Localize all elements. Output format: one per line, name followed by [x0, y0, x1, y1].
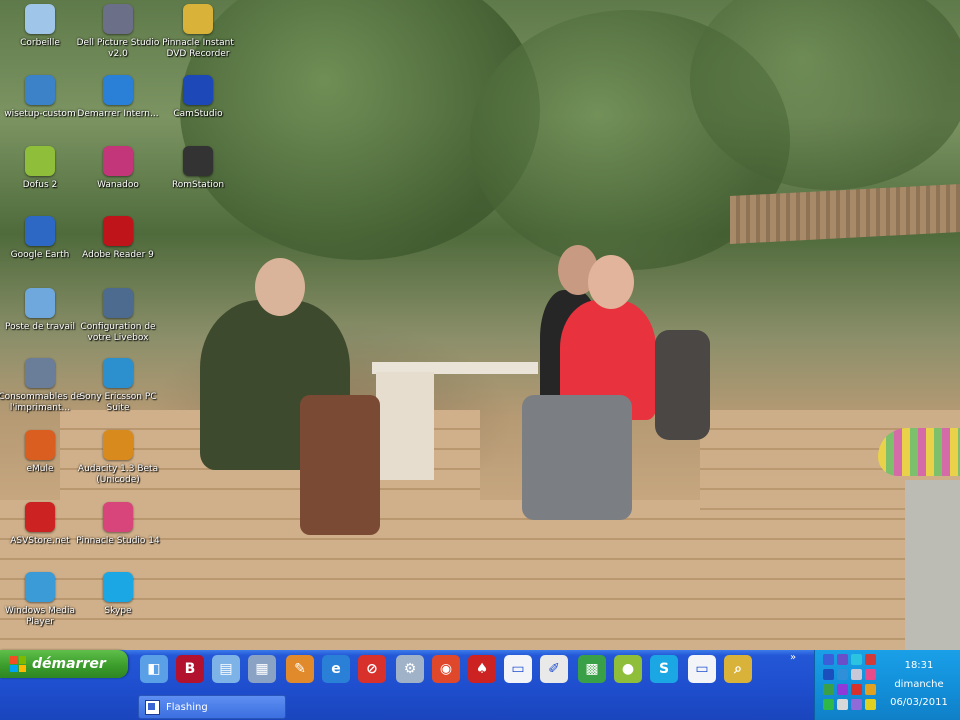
desktop-shortcut-label: Audacity 1.3 Beta (Unicode) [77, 464, 159, 485]
dvd-recorder-icon [183, 4, 213, 34]
emule-icon [25, 430, 55, 460]
wallpaper-post [905, 480, 960, 650]
desktop-shortcut-label: Demarrer Intern... [77, 109, 159, 119]
tray-app-icon[interactable] [823, 684, 834, 695]
desktop-shortcut-label: RomStation [171, 180, 225, 190]
headphones-icon [103, 430, 133, 460]
tray-app-icon[interactable] [837, 669, 848, 680]
tray-app-icon[interactable] [851, 654, 862, 665]
tray-app-icon[interactable] [837, 699, 848, 710]
paint-icon[interactable]: ✎ [286, 655, 314, 683]
dofus-egg-icon [25, 146, 55, 176]
windows-setup-icon [25, 75, 55, 105]
desktop-shortcut[interactable]: Configuration de votre Livebox [72, 288, 164, 344]
globe-icon [25, 216, 55, 246]
computer-icon [25, 288, 55, 318]
pdf-icon [103, 216, 133, 246]
wanadoo-icon [103, 146, 133, 176]
cd-burner-icon[interactable]: ◉ [432, 655, 460, 683]
desktop-shortcut[interactable]: CamStudio [152, 75, 244, 120]
dofus-egg-icon[interactable]: ● [614, 655, 642, 683]
tray-app-icon[interactable] [865, 669, 876, 680]
tray-app-icon[interactable] [837, 654, 848, 665]
asvstore-icon [25, 502, 55, 532]
desktop-shortcut[interactable]: Wanadoo [72, 146, 164, 191]
livebox-icon [103, 288, 133, 318]
wallpaper-jacket [655, 330, 710, 440]
recycle-bin-icon [25, 4, 55, 34]
tray-app-icon[interactable] [865, 654, 876, 665]
internet-explorer-icon[interactable]: e [322, 655, 350, 683]
desktop-shortcut-label: Wanadoo [97, 180, 139, 190]
bold-b-icon[interactable]: B [176, 655, 204, 683]
show-desktop-icon[interactable]: ◧ [140, 655, 168, 683]
desktop-shortcut[interactable]: Pinnacle Studio 14 [72, 502, 164, 547]
desktop-shortcut[interactable]: Pinnacle Instant DVD Recorder [152, 4, 244, 60]
tray-app-icon[interactable] [851, 669, 862, 680]
tray-app-icon[interactable] [865, 699, 876, 710]
notepad-icon[interactable]: ▤ [212, 655, 240, 683]
desktop-shortcut[interactable]: Skype [72, 572, 164, 617]
windows-flag-icon [10, 656, 26, 672]
clock-date: 06/03/2011 [890, 697, 948, 708]
tray-app-icon[interactable] [823, 669, 834, 680]
window-icon[interactable]: ▭ [688, 655, 716, 683]
tray-app-icon[interactable] [851, 699, 862, 710]
clock-time[interactable]: 18:31 [878, 660, 960, 671]
desktop-wallpaper: Corbeille Dell Picture Studio v2.0 Pinnacl… [0, 0, 960, 650]
phone-suite-icon [103, 358, 133, 388]
edit-document-icon[interactable]: ✐ [540, 655, 568, 683]
desktop-shortcut[interactable]: Adobe Reader 9 [72, 216, 164, 261]
quick-launch-overflow-chevron[interactable]: » [790, 652, 796, 663]
search-magnifier-icon[interactable]: ⌕ [724, 655, 752, 683]
start-label: démarrer [32, 656, 106, 672]
network-icon[interactable]: ⚙ [396, 655, 424, 683]
wallpaper-person-boy-head [588, 255, 634, 309]
taskbar-task-label: Flashing [166, 701, 208, 713]
tray-app-icon[interactable] [823, 654, 834, 665]
desktop-shortcut-label: Configuration de votre Livebox [80, 322, 156, 343]
desktop-shortcut-label: Pinnacle Studio 14 [76, 536, 160, 546]
wallpaper-person-boy-legs [522, 395, 632, 520]
wallpaper-person-elder-head [255, 258, 305, 316]
desktop-shortcut[interactable]: RomStation [152, 146, 244, 191]
desktop-shortcut-label: Adobe Reader 9 [82, 250, 154, 260]
pinnacle-studio-icon [103, 502, 133, 532]
calculator-icon[interactable]: ▦ [248, 655, 276, 683]
desktop-shortcut-label: CamStudio [173, 109, 223, 119]
tray-app-icon[interactable] [837, 684, 848, 695]
desktop-shortcut-label: Pinnacle Instant DVD Recorder [162, 38, 234, 59]
internet-explorer-icon [103, 75, 133, 105]
start-button[interactable]: démarrer [0, 650, 128, 678]
camstudio-icon [183, 75, 213, 105]
tray-app-icon[interactable] [851, 684, 862, 695]
asvstore-icon[interactable]: ♠ [468, 655, 496, 683]
desktop-shortcut-label: Sony Ericsson PC Suite [79, 392, 157, 413]
taskbar-task-flashing[interactable]: Flashing [138, 695, 286, 719]
printer-icon [25, 358, 55, 388]
desktop-shortcut[interactable]: Dell Picture Studio v2.0 [72, 4, 164, 60]
window-icon [145, 699, 160, 715]
desktop-shortcut-label: Dell Picture Studio v2.0 [76, 38, 160, 59]
skype-icon [103, 572, 133, 602]
media-player-icon [25, 572, 55, 602]
desktop-shortcut[interactable]: Audacity 1.3 Beta (Unicode) [72, 430, 164, 486]
desktop-shortcut-label: Skype [104, 606, 132, 616]
desktop-shortcut[interactable]: Demarrer Intern... [72, 75, 164, 120]
tray-app-icon[interactable] [823, 699, 834, 710]
wallpaper-cushion [878, 428, 960, 476]
film-reel-icon [183, 146, 213, 176]
photo-studio-icon [103, 4, 133, 34]
no-entry-icon[interactable]: ⊘ [358, 655, 386, 683]
clock-day: dimanche [894, 679, 944, 690]
tray-app-icon[interactable] [865, 684, 876, 695]
color-grid-icon[interactable]: ▩ [578, 655, 606, 683]
desktop-shortcut[interactable]: Sony Ericsson PC Suite [72, 358, 164, 414]
window-icon[interactable]: ▭ [504, 655, 532, 683]
skype-icon[interactable]: S [650, 655, 678, 683]
wallpaper-tablecloth [376, 372, 434, 480]
wallpaper-person-elder-legs [300, 395, 380, 535]
